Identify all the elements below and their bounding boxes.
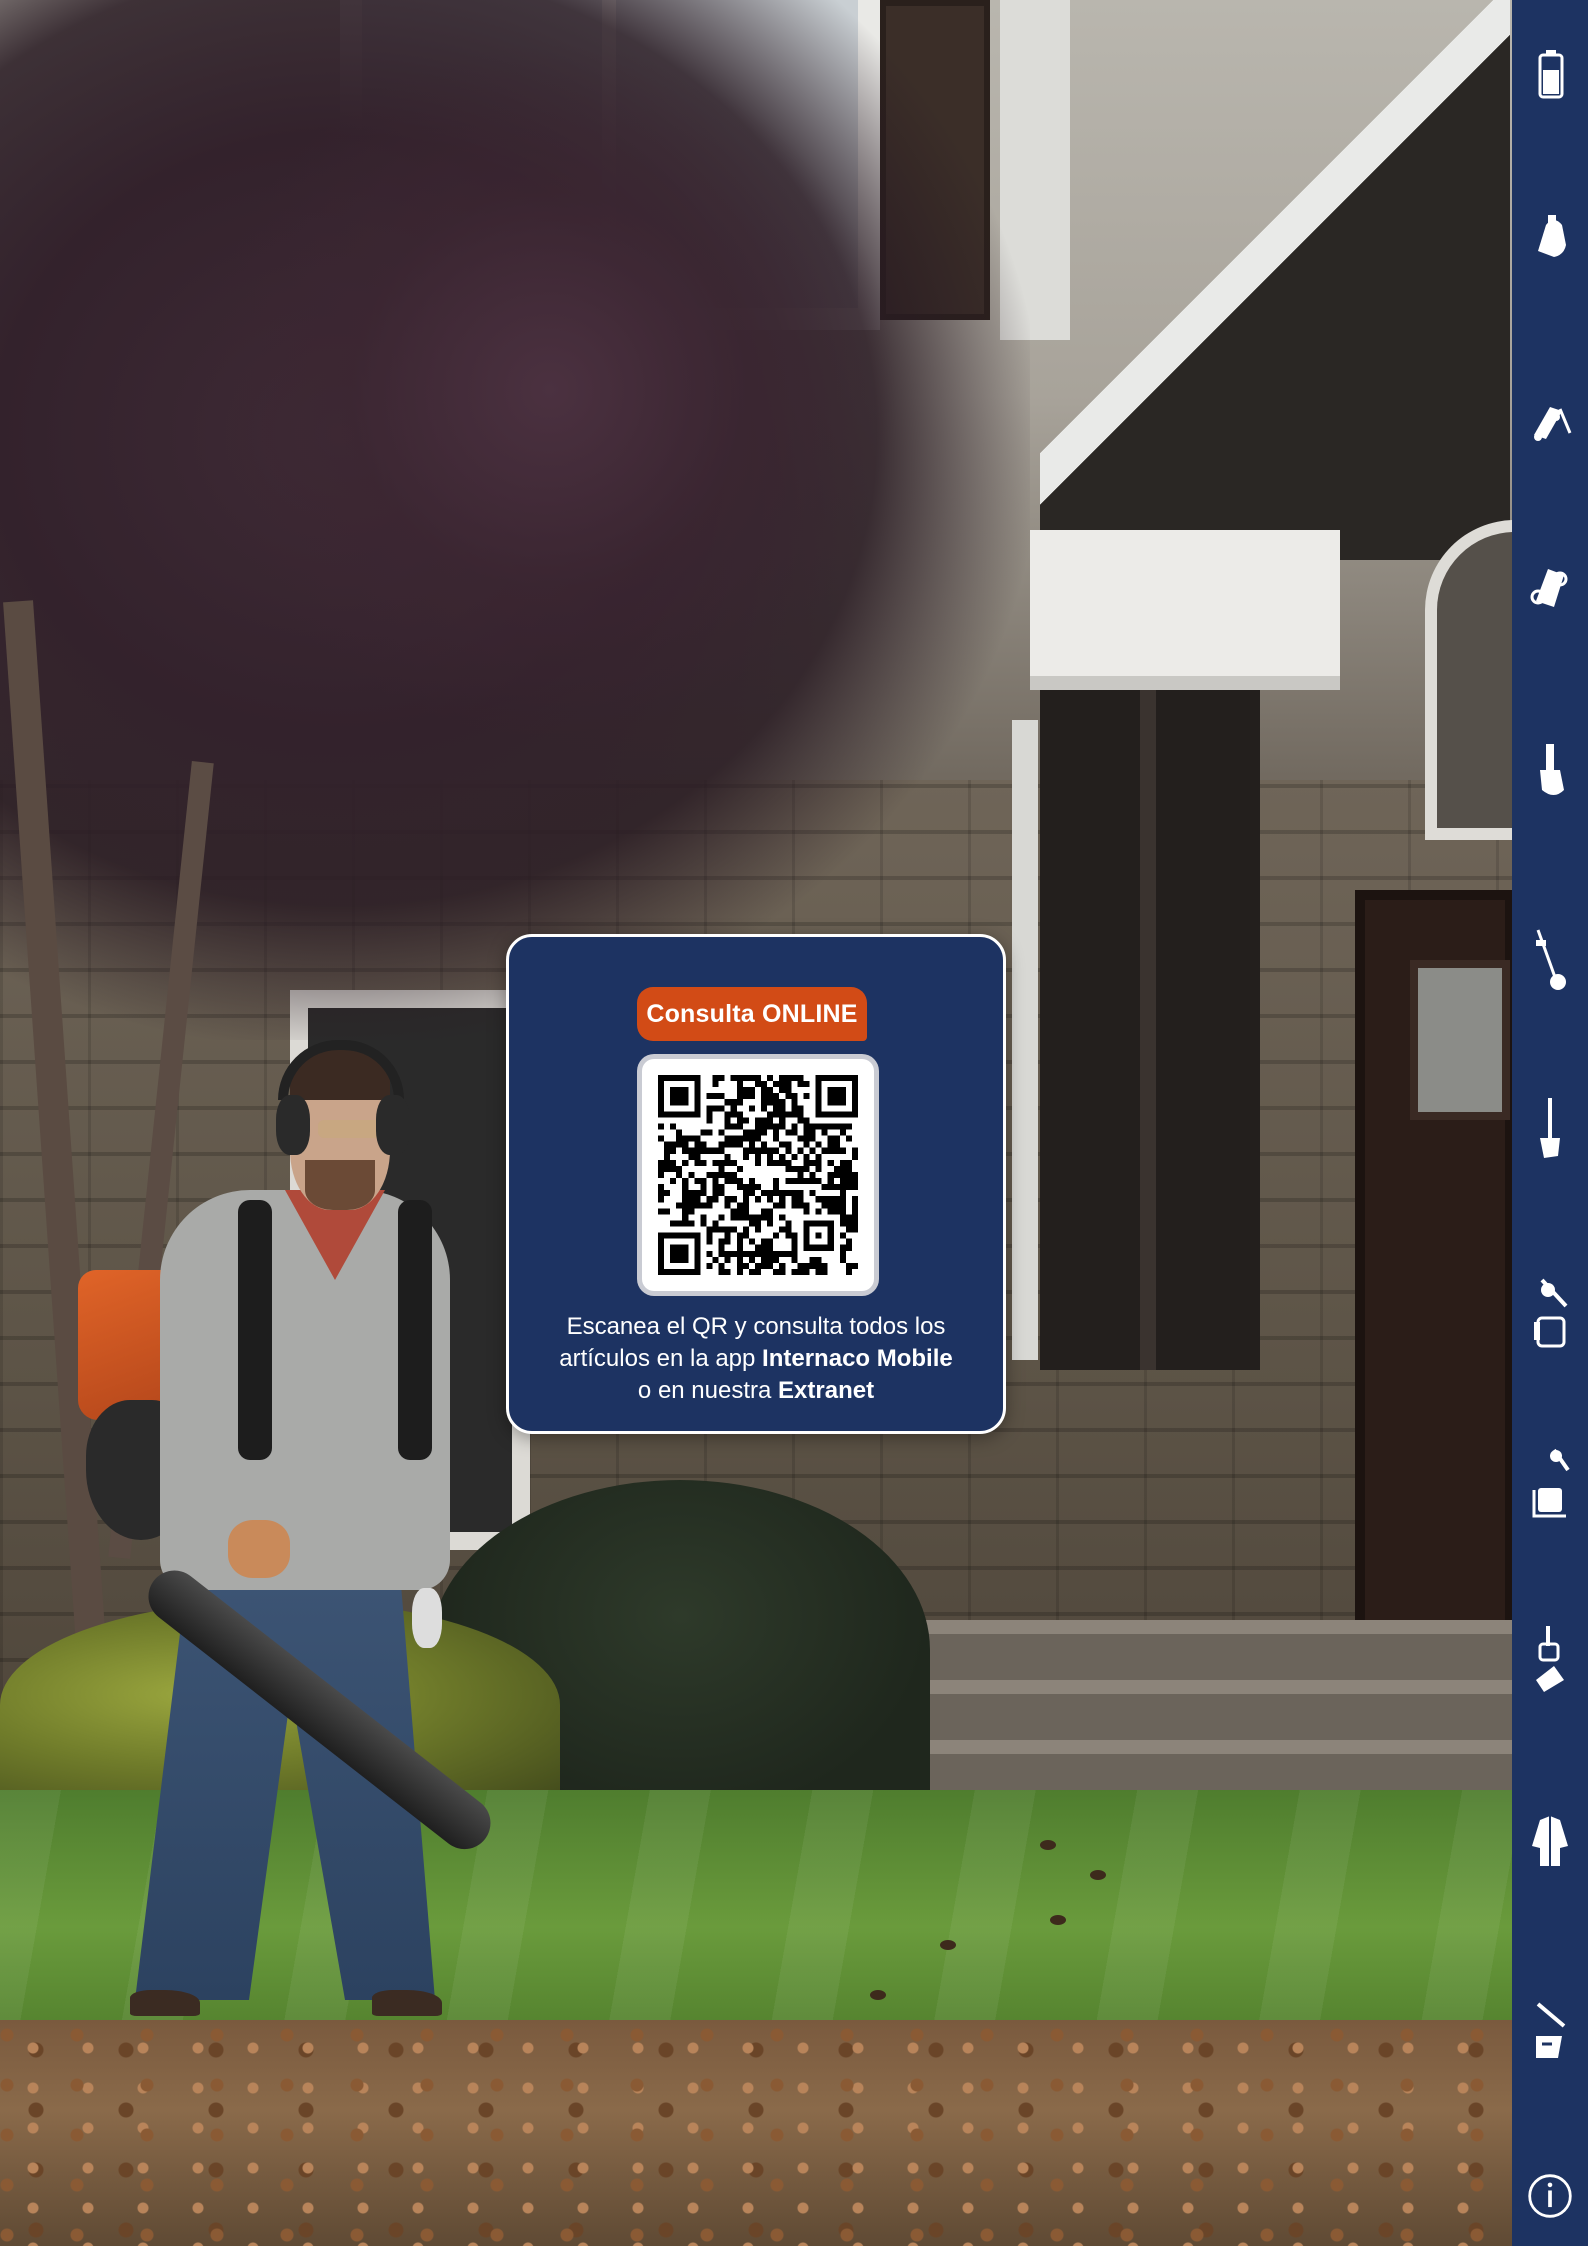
qr-card: Consulta ONLINE Escanea el QR y consulta… (506, 934, 1006, 1434)
category-sidebar (1512, 0, 1588, 2246)
blower-and-sprayer-icon (1534, 1278, 1568, 1348)
door-window (1410, 960, 1510, 1120)
qr-line-3-text: o en nuestra (637, 1377, 779, 1404)
nav-accessories[interactable] (1512, 1960, 1588, 2100)
pole-saw-icon (1540, 1098, 1560, 1158)
porch-header (1030, 530, 1340, 690)
flying-leaf (1090, 1870, 1106, 1880)
lawn-mower-icon (1534, 407, 1572, 441)
flying-leaf (870, 1990, 886, 2000)
tree-canopy (200, 40, 900, 740)
tiller-icon (1536, 1626, 1564, 1692)
arched-window (1425, 520, 1512, 840)
earmuff (276, 1095, 310, 1155)
qr-line-1: Escanea el QR y consulta todos los (566, 1313, 946, 1340)
shoe (372, 1990, 442, 2016)
flying-leaf (1040, 1840, 1056, 1850)
stone-steps (840, 1620, 1512, 1800)
nav-hedge-trimmers[interactable] (1512, 700, 1588, 840)
extranet-link[interactable]: Extranet (778, 1377, 874, 1404)
earmuff (376, 1095, 410, 1155)
battery-icon (1538, 50, 1564, 99)
beard (305, 1160, 375, 1210)
qr-instructions: Escanea el QR y consulta todos los artíc… (519, 1311, 993, 1407)
nav-chainsaws[interactable] (1512, 165, 1588, 305)
nav-batteries[interactable] (1512, 5, 1588, 145)
brush-cutter-icon (1536, 929, 1566, 990)
porch-roof (1040, 0, 1510, 560)
work-glove (228, 1520, 290, 1578)
qr-line-2: artículos en la app Internaco Mobile (519, 1343, 993, 1375)
consulta-online-badge: Consulta ONLINE (637, 987, 867, 1041)
shoe (130, 1990, 200, 2016)
nav-info[interactable] (1512, 2160, 1588, 2232)
flying-leaf (1050, 1915, 1066, 1925)
chainsaw-icon (1538, 215, 1566, 257)
accessories-icon (1536, 2002, 1566, 2058)
backpack-strap (238, 1200, 272, 1460)
porch-column (1040, 690, 1260, 1370)
qr-code-frame[interactable] (642, 1059, 874, 1291)
multi-tool-icon (1532, 1448, 1570, 1518)
hedge-trimmer-icon (1540, 744, 1564, 795)
qr-line-2-text: artículos en la app (559, 1345, 763, 1372)
info-icon (1528, 2174, 1572, 2218)
qr-line-3: o en nuestra Extranet (519, 1375, 993, 1407)
app-name: Internaco Mobile (762, 1345, 953, 1372)
flying-leaf (940, 1940, 956, 1950)
nav-blowers-sprayers[interactable] (1512, 1240, 1588, 1380)
nav-multi-tools[interactable] (1512, 1410, 1588, 1550)
protective-clothing-icon (1532, 1816, 1568, 1866)
work-glove (412, 1588, 442, 1648)
nav-ride-on-mowers[interactable] (1512, 515, 1588, 655)
nav-brush-cutters[interactable] (1512, 890, 1588, 1030)
leaf-pile (0, 2020, 1512, 2246)
nav-pole-saws[interactable] (1512, 1060, 1588, 1200)
nav-protective-clothing[interactable] (1512, 1770, 1588, 1910)
nav-tillers[interactable] (1512, 1590, 1588, 1730)
nav-lawn-mowers[interactable] (1512, 345, 1588, 485)
qr-code-icon[interactable] (658, 1075, 858, 1275)
backpack-strap (398, 1200, 432, 1460)
ride-on-mower-icon (1530, 569, 1568, 607)
